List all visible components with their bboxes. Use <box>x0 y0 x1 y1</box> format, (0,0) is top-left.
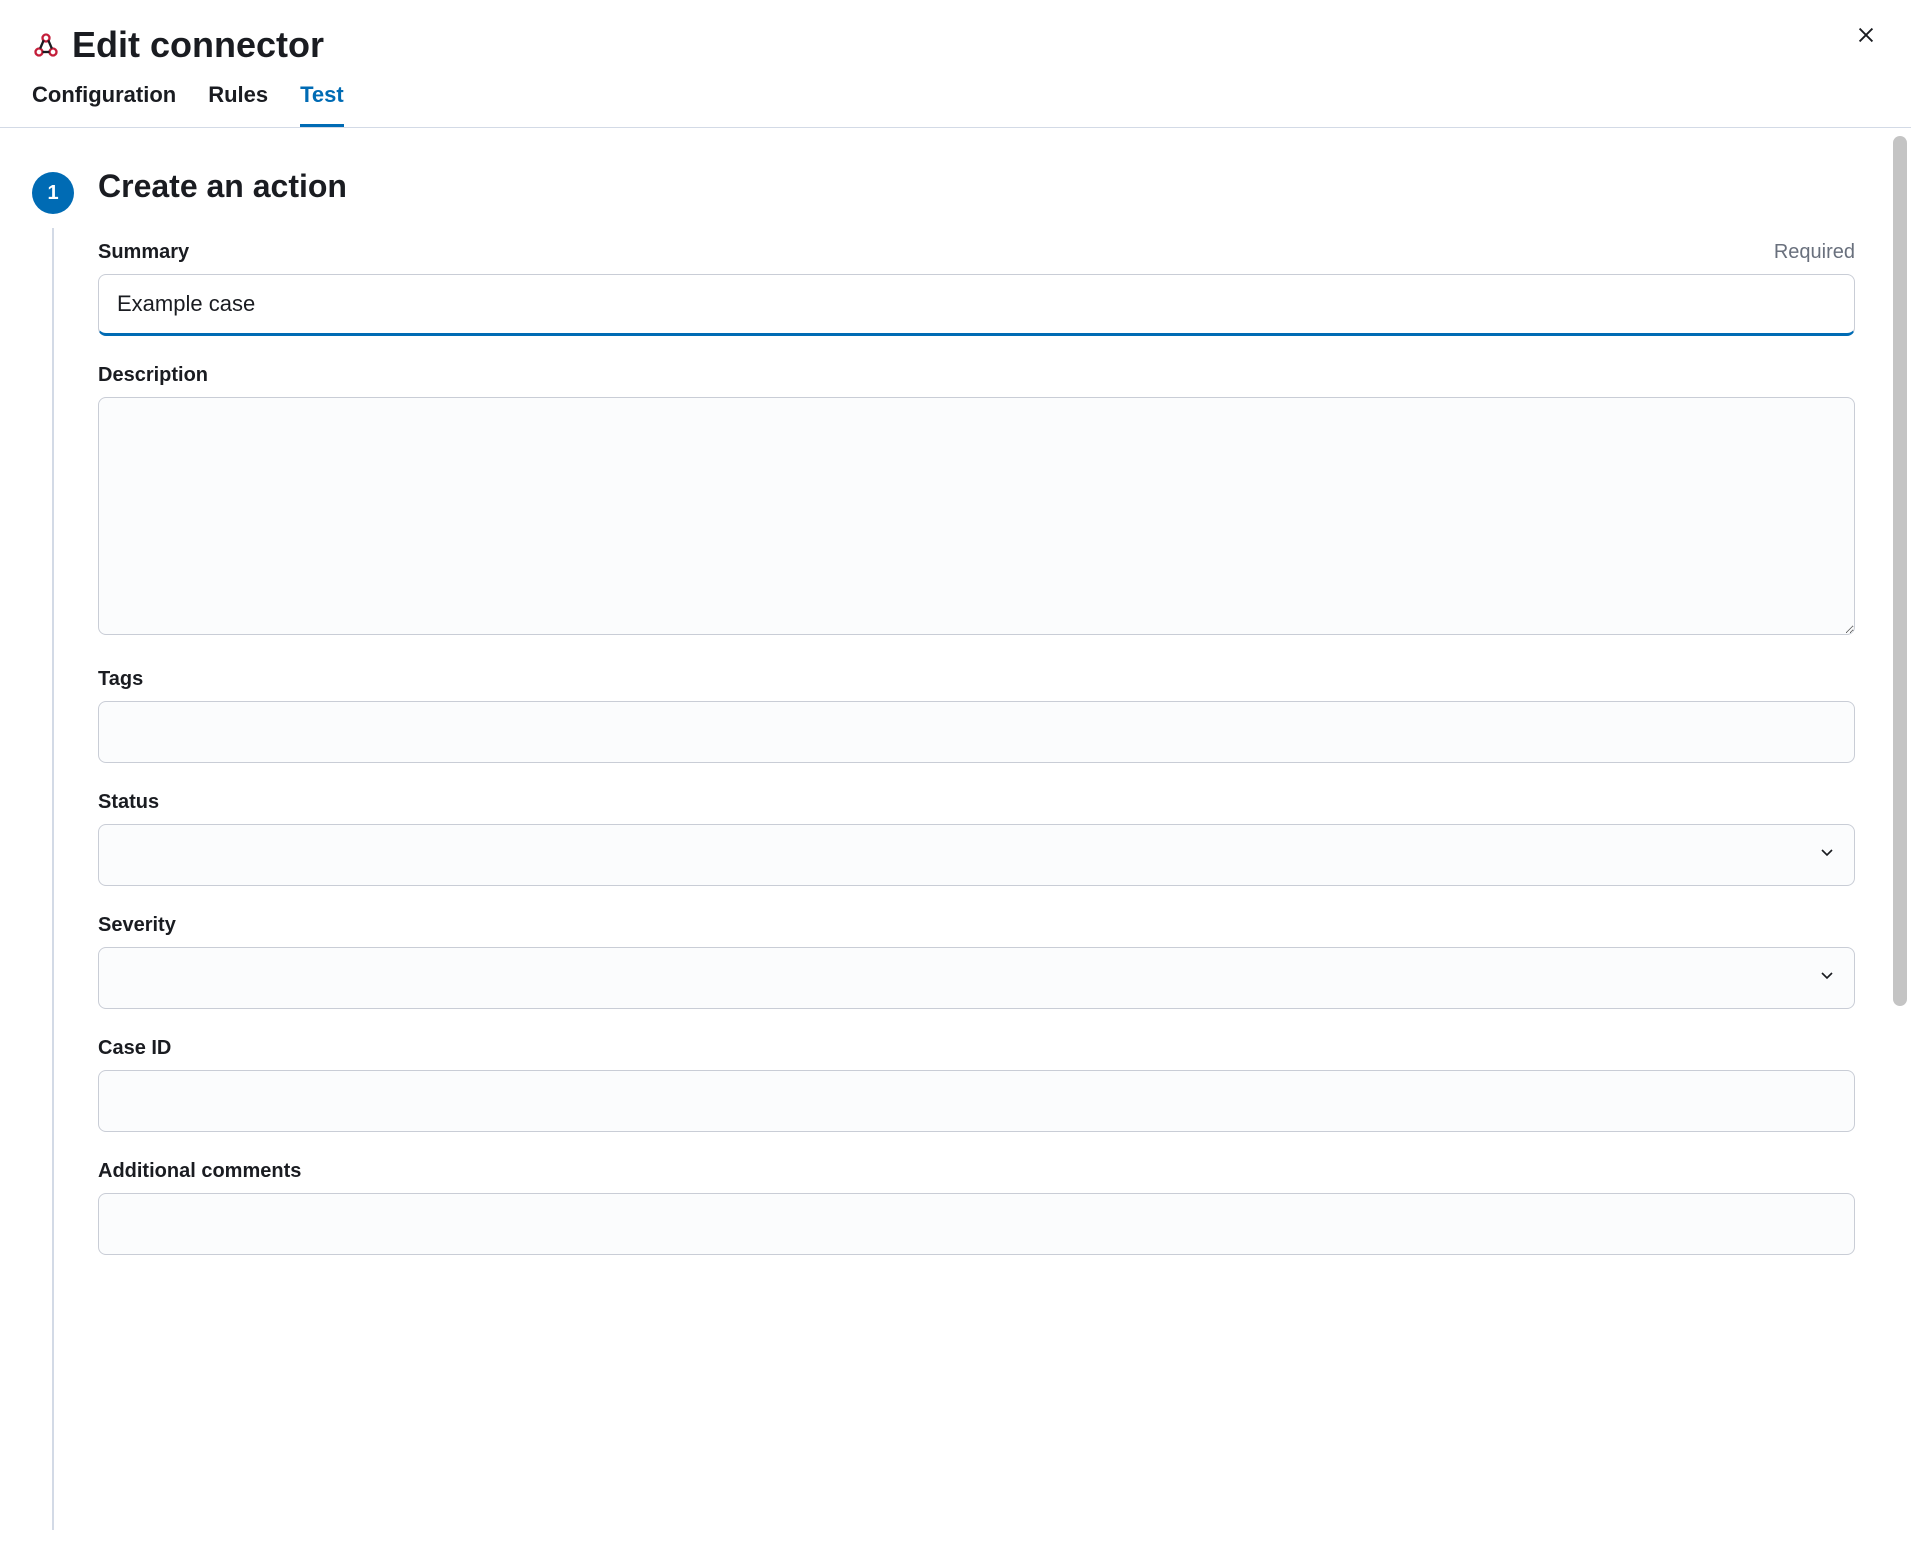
tags-label: Tags <box>98 668 143 691</box>
label-row: Tags <box>98 668 1855 691</box>
label-row: Summary Required <box>98 241 1855 264</box>
section-title: Create an action <box>98 168 1855 205</box>
form-row-severity: Severity <box>98 914 1855 1009</box>
tab-configuration[interactable]: Configuration <box>32 82 176 127</box>
additional-comments-input[interactable] <box>98 1193 1855 1255</box>
additional-comments-label: Additional comments <box>98 1160 301 1183</box>
form-row-additional-comments: Additional comments <box>98 1160 1855 1255</box>
summary-input[interactable] <box>98 274 1855 336</box>
content: 1 Create an action Summary Required Desc… <box>0 128 1911 1323</box>
content-wrapper: 1 Create an action Summary Required Desc… <box>0 128 1911 1530</box>
form-container: Create an action Summary Required Descri… <box>98 168 1855 1283</box>
required-indicator: Required <box>1774 241 1855 264</box>
tab-test[interactable]: Test <box>300 82 344 127</box>
form-row-case-id: Case ID <box>98 1037 1855 1132</box>
label-row: Status <box>98 791 1855 814</box>
step-badge: 1 <box>32 172 74 214</box>
description-label: Description <box>98 364 208 387</box>
webhook-icon <box>32 31 60 59</box>
modal-header: Edit connector <box>0 0 1911 66</box>
summary-label: Summary <box>98 241 189 264</box>
form-row-tags: Tags <box>98 668 1855 763</box>
label-row: Case ID <box>98 1037 1855 1060</box>
tabs: Configuration Rules Test <box>0 66 1911 128</box>
severity-select[interactable] <box>98 947 1855 1009</box>
tab-rules[interactable]: Rules <box>208 82 268 127</box>
severity-select-wrapper <box>98 947 1855 1009</box>
label-row: Description <box>98 364 1855 387</box>
scrollbar-thumb[interactable] <box>1893 136 1907 1006</box>
step-line <box>52 228 54 1530</box>
case-id-label: Case ID <box>98 1037 171 1060</box>
label-row: Severity <box>98 914 1855 937</box>
severity-label: Severity <box>98 914 176 937</box>
status-label: Status <box>98 791 159 814</box>
form-row-status: Status <box>98 791 1855 886</box>
description-textarea[interactable] <box>98 397 1855 635</box>
case-id-input[interactable] <box>98 1070 1855 1132</box>
close-icon <box>1855 24 1877 49</box>
status-select-wrapper <box>98 824 1855 886</box>
label-row: Additional comments <box>98 1160 1855 1183</box>
scrollbar-track[interactable] <box>1893 136 1907 1016</box>
form-row-summary: Summary Required <box>98 241 1855 336</box>
tags-input[interactable] <box>98 701 1855 763</box>
form-row-description: Description <box>98 364 1855 640</box>
close-button[interactable] <box>1849 18 1883 55</box>
page-title: Edit connector <box>72 24 324 66</box>
status-select[interactable] <box>98 824 1855 886</box>
